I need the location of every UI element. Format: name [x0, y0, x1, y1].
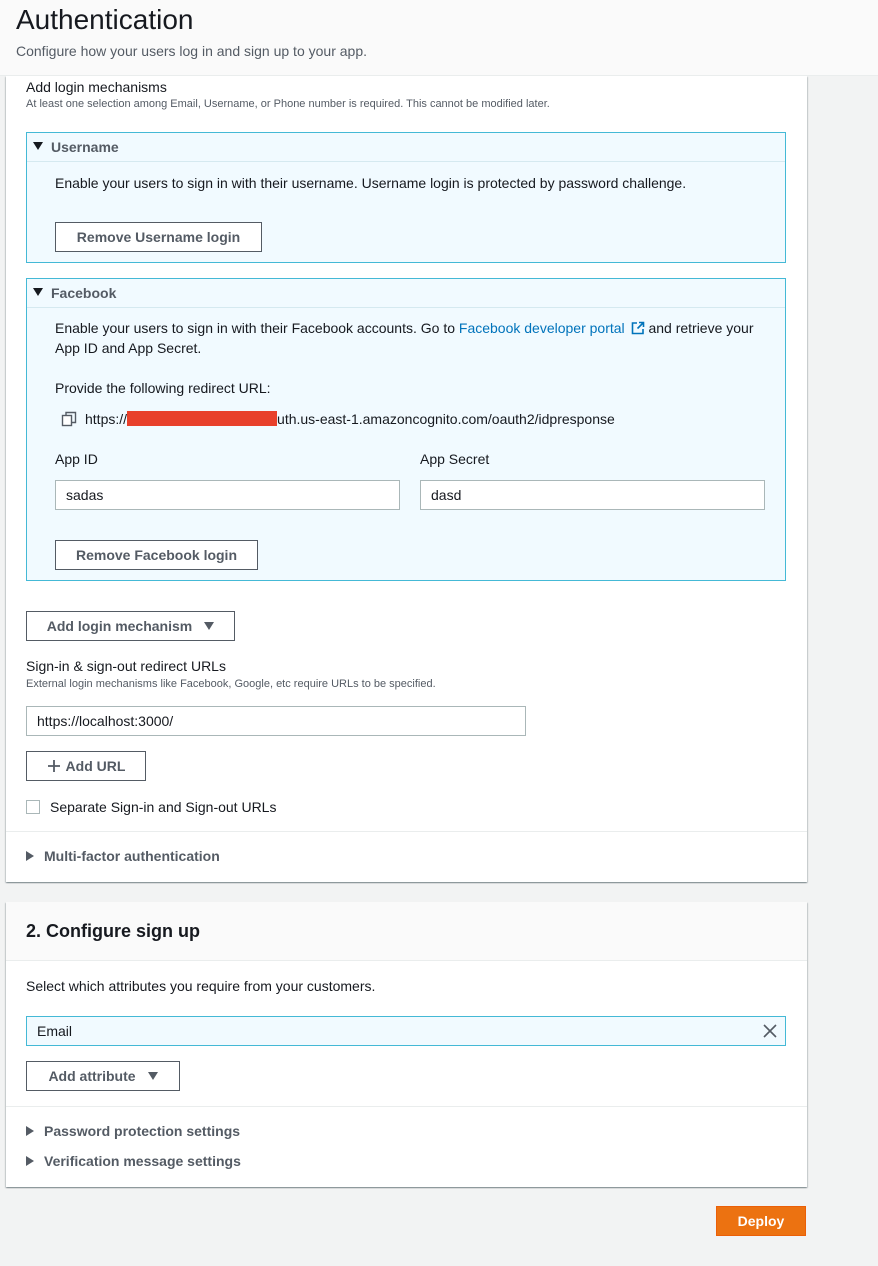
caret-right-icon [26, 1126, 34, 1136]
caret-down-icon [33, 142, 43, 150]
facebook-desc-part1: Enable your users to sign in with their … [55, 320, 459, 336]
add-attribute-button[interactable]: Add attribute [26, 1061, 180, 1091]
caret-down-icon [147, 1072, 158, 1080]
app-id-label: App ID [55, 451, 98, 467]
facebook-desc-part2: and retrieve your [644, 320, 754, 336]
remove-facebook-button[interactable]: Remove Facebook login [55, 540, 258, 570]
page-title: Authentication [16, 4, 194, 35]
redirect-urls-desc: External login mechanisms like Facebook,… [26, 678, 436, 690]
facebook-panel-header[interactable]: Facebook [27, 279, 785, 308]
mfa-toggle[interactable]: Multi-factor authentication [26, 848, 220, 864]
copy-icon[interactable] [61, 411, 77, 427]
login-card: Add login mechanisms At least one select… [6, 76, 807, 882]
plus-icon [47, 760, 60, 772]
close-icon[interactable] [763, 1024, 777, 1038]
verification-settings-toggle[interactable]: Verification message settings [26, 1153, 241, 1169]
caret-right-icon [26, 1156, 34, 1166]
remove-username-button[interactable]: Remove Username login [55, 222, 262, 252]
facebook-developer-portal-link[interactable]: Facebook developer portal [459, 320, 625, 336]
redirect-url-prefix: https:// [85, 411, 128, 427]
divider [6, 1106, 807, 1107]
separate-urls-checkbox[interactable] [26, 800, 40, 814]
username-desc: Enable your users to sign in with their … [55, 175, 687, 191]
password-settings-label: Password protection settings [44, 1123, 241, 1139]
facebook-desc: Enable your users to sign in with their … [55, 318, 775, 358]
redirect-url-input[interactable]: https://localhost:3000/ [26, 706, 526, 736]
signup-title: 2. Configure sign up [26, 921, 200, 941]
add-attribute-label: Add attribute [48, 1068, 136, 1084]
signup-card-header: 2. Configure sign up [6, 902, 807, 961]
redirect-url-label: Provide the following redirect URL: [55, 380, 271, 396]
facebook-panel: Facebook Enable your users to sign in wi… [26, 278, 786, 581]
attribute-token-email: Email [26, 1016, 786, 1046]
caret-down-icon [33, 288, 43, 296]
username-panel-title: Username [51, 139, 119, 155]
login-mechanisms-desc: At least one selection among Email, User… [26, 98, 550, 110]
page-subtitle: Configure how your users log in and sign… [16, 43, 367, 59]
separate-urls-row: Separate Sign-in and Sign-out URLs [26, 799, 276, 815]
add-url-button[interactable]: Add URL [26, 751, 146, 781]
attribute-token-label: Email [37, 1023, 73, 1039]
page-header: Authentication Configure how your users … [0, 0, 878, 76]
caret-down-icon [204, 622, 215, 630]
redacted-block [127, 410, 278, 426]
signup-desc: Select which attributes you require from… [26, 978, 376, 994]
redirect-urls-label: Sign-in & sign-out redirect URLs [26, 658, 226, 674]
app-secret-label: App Secret [420, 451, 490, 467]
app-id-input[interactable]: sadas [55, 480, 400, 510]
add-login-mechanism-label: Add login mechanism [46, 618, 193, 634]
facebook-panel-title: Facebook [51, 285, 117, 301]
username-panel-header[interactable]: Username [27, 133, 785, 162]
add-login-mechanism-button[interactable]: Add login mechanism [26, 611, 235, 641]
app-secret-input[interactable]: dasd [420, 480, 765, 510]
add-url-label: Add URL [65, 758, 126, 774]
signup-card: 2. Configure sign up Select which attrib… [6, 902, 807, 1187]
redirect-url-row: https:// uth.us-east-1.amazoncognito.com/… [61, 409, 615, 429]
login-mechanisms-label: Add login mechanisms [26, 79, 167, 95]
caret-right-icon [26, 851, 34, 861]
external-link-icon[interactable] [631, 321, 645, 335]
mfa-label: Multi-factor authentication [44, 848, 220, 864]
password-settings-toggle[interactable]: Password protection settings [26, 1123, 240, 1139]
username-panel: Username Enable your users to sign in wi… [26, 132, 786, 263]
verification-settings-label: Verification message settings [44, 1153, 241, 1169]
deploy-button[interactable]: Deploy [716, 1206, 806, 1236]
facebook-desc-line2: App ID and App Secret. [55, 340, 202, 356]
separate-urls-label: Separate Sign-in and Sign-out URLs [50, 799, 277, 815]
divider [6, 831, 807, 832]
redirect-url-suffix: uth.us-east-1.amazoncognito.com/oauth2/i… [277, 411, 615, 427]
